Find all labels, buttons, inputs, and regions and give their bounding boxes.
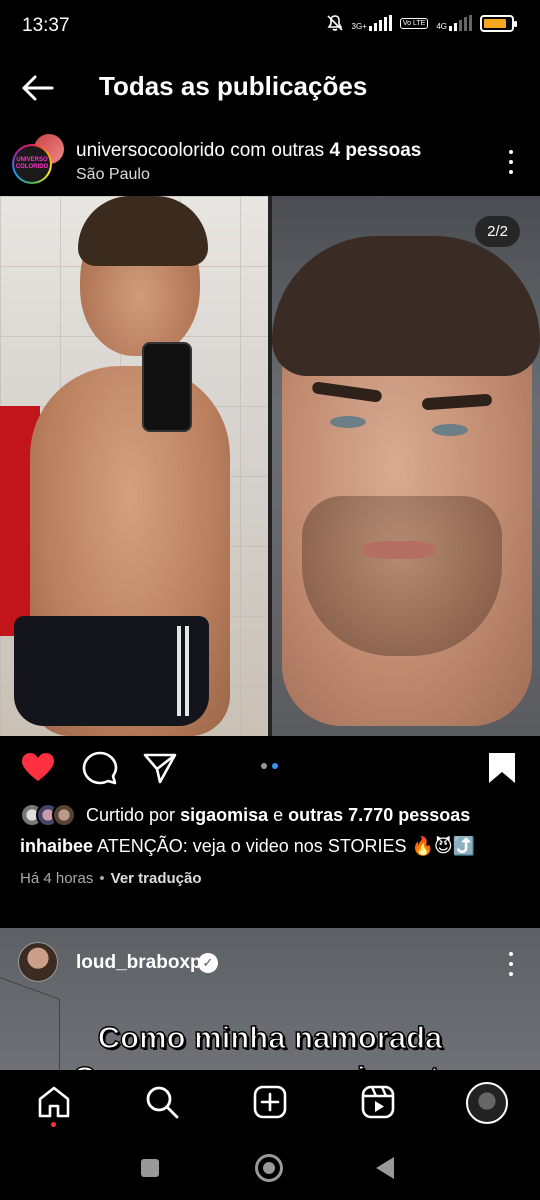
caption-username[interactable]: inhaibee [20, 836, 93, 856]
post-others-link[interactable]: 4 pessoas [329, 140, 421, 161]
post-meta: Há 4 horas • Ver tradução [20, 870, 202, 887]
post-media-carousel[interactable]: 2/2 [0, 196, 540, 736]
search-icon[interactable] [144, 1084, 180, 1120]
author-avatar[interactable]: UNIVERSO COLORIDO [12, 144, 52, 184]
heart-icon[interactable] [20, 750, 56, 786]
likes-prefix: Curtido por [86, 804, 176, 825]
likes-user[interactable]: sigaomisa [180, 805, 268, 825]
signal-sim1: 3G+ [352, 15, 392, 31]
post-caption: inhaibee ATENÇÃO: veja o video nos STORI… [20, 836, 475, 857]
network-type-1: 3G+ [351, 22, 367, 31]
next-post[interactable]: loud_braboxp ✓ Como minha namorada Quer … [0, 928, 540, 1070]
home-icon[interactable] [36, 1084, 72, 1120]
photo-mirror-selfie [0, 196, 268, 736]
post-actions [0, 736, 540, 798]
bookmark-icon[interactable] [484, 750, 520, 786]
verified-badge-icon: ✓ [198, 953, 218, 973]
page-title: Todas as publicações [99, 71, 368, 101]
create-icon[interactable] [252, 1084, 288, 1120]
caption-text: ATENÇÃO: veja o video nos STORIES 🔥😈⤴️ [97, 836, 476, 856]
volte-badge: Vo LTE [399, 17, 429, 29]
signal-bars-icon [368, 15, 392, 31]
system-home-icon[interactable] [255, 1154, 283, 1182]
recents-icon[interactable] [141, 1159, 159, 1177]
page-header: Todas as publicações [0, 56, 540, 118]
photo-face-closeup [272, 196, 540, 736]
video-overlay-text-2: Quer que eu cumprimente: [0, 1059, 540, 1070]
status-time: 13:37 [22, 15, 70, 36]
home-active-dot [51, 1122, 56, 1127]
carousel-indicator [261, 763, 278, 769]
likes-count[interactable]: outras 7.770 pessoas [288, 805, 470, 825]
notifications-muted-icon [326, 15, 343, 31]
network-type-2: 4G [436, 22, 447, 31]
post-username[interactable]: universocoolorido [76, 140, 225, 161]
carousel-counter: 2/2 [475, 216, 520, 247]
bottom-navigation [0, 1070, 540, 1140]
avatar-logo-text: UNIVERSO COLORIDO [14, 146, 50, 182]
post-with-text: com outras [230, 140, 325, 161]
post-author-line[interactable]: universocoolorido com outras 4 pessoas [76, 140, 421, 162]
likes-text[interactable]: Curtido por sigaomisa e outras 7.770 pes… [86, 805, 470, 826]
comment-icon[interactable] [82, 750, 118, 786]
post-header: UNIVERSO COLORIDO universocoolorido com … [0, 124, 540, 196]
reels-icon[interactable] [360, 1084, 396, 1120]
meta-separator: • [99, 870, 105, 887]
signal-sim2: 4G [436, 15, 472, 31]
liker-avatar [52, 803, 76, 827]
system-back-icon[interactable] [376, 1157, 394, 1179]
video-overlay-text: Como minha namorada [97, 1019, 443, 1055]
post-location[interactable]: São Paulo [76, 166, 150, 184]
profile-avatar[interactable] [466, 1082, 508, 1124]
status-bar: 13:37 3G+ Vo LTE 4G [0, 0, 540, 56]
next-post-avatar[interactable] [18, 942, 58, 982]
likes-mid: e [273, 804, 284, 825]
more-options-icon[interactable] [508, 150, 514, 174]
share-icon[interactable] [142, 750, 178, 786]
status-icons: 3G+ Vo LTE 4G [326, 14, 517, 32]
battery-icon [480, 14, 517, 32]
system-navigation [0, 1140, 540, 1200]
likes-row[interactable]: Curtido por sigaomisa e outras 7.770 pes… [20, 800, 470, 830]
post-time: Há 4 horas [20, 870, 94, 887]
signal-bars-icon [449, 15, 472, 31]
next-post-username[interactable]: loud_braboxp [76, 952, 202, 974]
translate-link[interactable]: Ver tradução [111, 870, 202, 887]
arrow-left-icon[interactable] [20, 70, 56, 106]
more-options-icon[interactable] [508, 952, 514, 976]
